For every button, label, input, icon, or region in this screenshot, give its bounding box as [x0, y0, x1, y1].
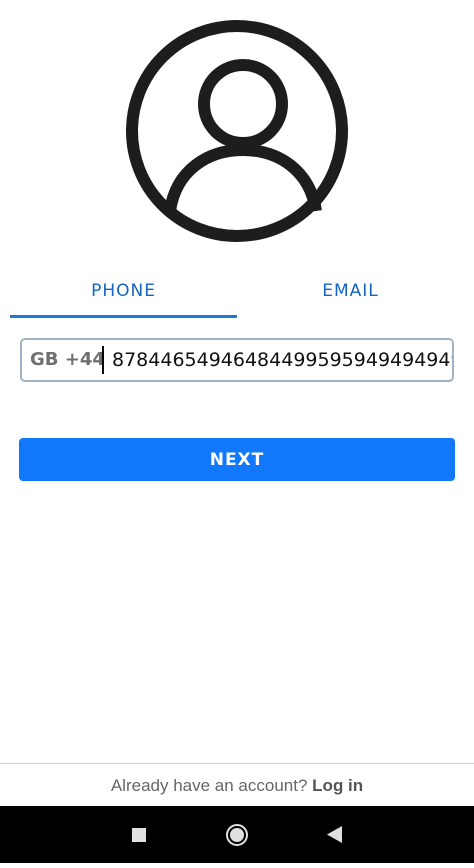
user-avatar-icon — [126, 20, 348, 242]
system-navigation-bar — [0, 806, 474, 863]
avatar — [124, 18, 350, 244]
triangle-back-icon — [327, 826, 342, 843]
tab-bar: PHONE EMAIL — [0, 270, 474, 320]
home-button[interactable] — [207, 806, 267, 863]
account-prompt: Already have an account? — [110, 776, 308, 795]
phone-field: GB +44 — [20, 338, 454, 382]
login-link[interactable]: Log in — [312, 776, 363, 795]
back-button[interactable] — [304, 806, 364, 863]
phone-number-input[interactable] — [112, 340, 452, 380]
country-code-selector[interactable]: GB +44 — [30, 340, 105, 380]
tab-email[interactable]: EMAIL — [237, 270, 464, 316]
tab-phone[interactable]: PHONE — [10, 270, 237, 316]
active-tab-indicator — [10, 315, 237, 318]
recent-apps-button[interactable] — [109, 806, 169, 863]
next-button[interactable]: NEXT — [19, 438, 455, 481]
text-cursor — [102, 346, 104, 374]
footer-divider — [0, 763, 474, 764]
circle-icon — [226, 824, 248, 846]
footer: Already have an account? Log in — [0, 766, 474, 806]
square-icon — [132, 828, 146, 842]
